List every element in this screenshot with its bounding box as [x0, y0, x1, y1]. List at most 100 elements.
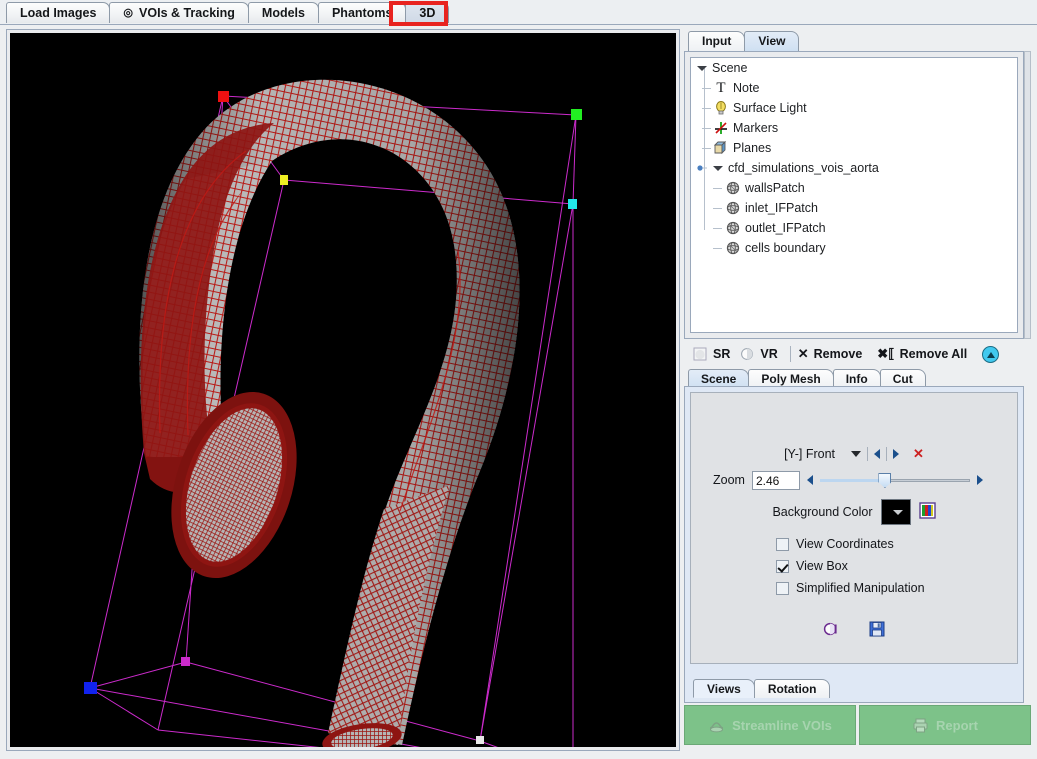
tree-item-label: inlet_IFPatch [745, 201, 818, 215]
tab-label: Scene [701, 372, 737, 386]
view-box-checkbox[interactable] [776, 559, 789, 573]
volume-rendering-icon [739, 346, 755, 362]
3d-scene [84, 79, 582, 747]
tab-label: Views [707, 682, 741, 696]
mesh-sphere-icon [725, 200, 741, 216]
expand-triangle-icon[interactable] [697, 63, 708, 74]
tab-views[interactable]: Views [693, 679, 755, 698]
zoom-input[interactable]: 2.46 [751, 470, 800, 490]
next-view-icon[interactable] [893, 449, 900, 459]
surface-rendering-icon [692, 346, 708, 362]
tab-label: 3D [419, 6, 436, 20]
tree-branch-line [713, 187, 722, 189]
tree-item-wallspatch[interactable]: wallsPatch [691, 178, 1017, 198]
tab-view[interactable]: View [744, 31, 800, 51]
application-window: Load Images ◎ VOIs & Tracking Models Pha… [0, 0, 1037, 759]
tree-item-label: wallsPatch [745, 181, 805, 195]
cube-planes-icon [713, 140, 729, 156]
scene-toolbar: SR VR ✕ Remove ✖⟦ Remove All [684, 341, 1024, 367]
zoom-increase-icon[interactable] [976, 475, 983, 485]
color-palette-icon[interactable] [918, 502, 936, 522]
tree-item-label: Scene [712, 61, 748, 75]
zoom-decrease-icon[interactable] [806, 475, 813, 485]
mesh-sphere-icon [725, 220, 741, 236]
background-color-label: Background Color [772, 505, 873, 519]
view-direction-row: [Y-] Front ✕ [691, 441, 1017, 467]
report-button[interactable]: Report [859, 705, 1031, 745]
tab-models[interactable]: Models [247, 2, 319, 23]
previous-view-icon[interactable] [874, 449, 881, 459]
tree-handle-icon[interactable] [697, 163, 708, 174]
tab-label: Input [702, 34, 732, 48]
aorta-mesh [139, 79, 520, 747]
text-note-icon: T [716, 80, 726, 96]
tree-scrollbar[interactable] [1024, 51, 1031, 339]
tree-item-note[interactable]: T Note [691, 78, 1017, 98]
tab-label: Info [845, 372, 868, 386]
input-view-tabs: Input View [684, 29, 1031, 51]
tab-rotation[interactable]: Rotation [753, 679, 831, 698]
tab-vois-tracking[interactable]: ◎ VOIs & Tracking [109, 2, 249, 23]
view-direction-value[interactable]: [Y-] Front [784, 447, 835, 461]
tree-item-label: cfd_simulations_vois_aorta [728, 161, 879, 175]
tree-item-scene[interactable]: Scene [691, 58, 1017, 78]
tree-item-planes[interactable]: Planes [691, 138, 1017, 158]
tab-load-images[interactable]: Load Images [6, 2, 111, 23]
view-box-row[interactable]: View Box [691, 555, 1017, 577]
scene-tree-container: Scene T Note Surface Light Markers Plane… [684, 51, 1024, 339]
clear-view-icon[interactable]: ✕ [913, 446, 924, 462]
tab-label: Cut [892, 372, 913, 386]
tab-label: View [758, 34, 786, 48]
tree-item-label: Markers [733, 121, 779, 135]
right-panel: Input View Scene T Note Surface Light Ma… [684, 29, 1031, 751]
tab-label: Phantoms [331, 6, 393, 20]
simplified-manipulation-checkbox[interactable] [776, 581, 789, 595]
tab-label: Load Images [20, 6, 97, 20]
tree-item-label: cells boundary [745, 241, 826, 255]
remove-all-button[interactable]: ✖⟦ Remove All [875, 346, 974, 362]
chevron-down-icon[interactable] [851, 451, 862, 457]
vr-button[interactable]: VR [737, 346, 784, 362]
tree-item-outlet-ifpatch[interactable]: outlet_IFPatch [691, 218, 1017, 238]
axes-markers-icon [713, 120, 729, 136]
expand-triangle-icon[interactable] [713, 163, 724, 174]
streamline-vois-button[interactable]: Streamline VOIs [684, 705, 856, 745]
tree-item-surface-light[interactable]: Surface Light [691, 98, 1017, 118]
tab-phantoms[interactable]: Phantoms [317, 2, 407, 23]
toolbar-divider [789, 346, 791, 362]
tab-input[interactable]: Input [688, 31, 746, 51]
scene-settings-inner: [Y-] Front ✕ Zoom 2.46 Background Color … [690, 392, 1018, 664]
capture-icon[interactable] [822, 620, 840, 641]
streamline-icon [708, 717, 725, 734]
tree-item-markers[interactable]: Markers [691, 118, 1017, 138]
tree-item-inlet-ifpatch[interactable]: inlet_IFPatch [691, 198, 1017, 218]
tree-item-label: Note [733, 81, 760, 95]
zoom-label: Zoom [713, 473, 745, 487]
tree-item-label: Surface Light [733, 101, 807, 115]
tree-item-label: Planes [733, 141, 772, 155]
main-tab-bar: Load Images ◎ VOIs & Tracking Models Pha… [0, 0, 1037, 26]
sr-button[interactable]: SR [690, 346, 737, 362]
tab-label: Rotation [767, 682, 817, 696]
view-coordinates-row[interactable]: View Coordinates [691, 533, 1017, 555]
background-color-swatch[interactable] [880, 499, 911, 525]
3d-viewport[interactable] [10, 33, 676, 747]
viewport-frame [6, 29, 680, 751]
mesh-sphere-icon [725, 240, 741, 256]
view-coordinates-checkbox[interactable] [776, 537, 789, 551]
tab-label: VOIs & Tracking [139, 6, 235, 20]
report-label: Report [936, 717, 978, 733]
simplified-manipulation-row[interactable]: Simplified Manipulation [691, 577, 1017, 599]
target-icon: ◎ [123, 7, 134, 19]
save-icon[interactable] [868, 620, 886, 641]
tree-item-cfd-simulations-vois-aorta[interactable]: cfd_simulations_vois_aorta [691, 158, 1017, 178]
remove-button[interactable]: ✕ Remove [796, 346, 870, 362]
collapse-up-icon[interactable] [982, 345, 1000, 363]
slider-fill [819, 479, 883, 482]
tab-3d[interactable]: 3D [405, 2, 450, 23]
divider [886, 447, 888, 461]
slider-thumb[interactable] [878, 473, 892, 488]
scene-tree[interactable]: Scene T Note Surface Light Markers Plane… [690, 57, 1018, 333]
zoom-slider[interactable] [819, 473, 970, 488]
tree-item-cells-boundary[interactable]: cells boundary [691, 238, 1017, 258]
